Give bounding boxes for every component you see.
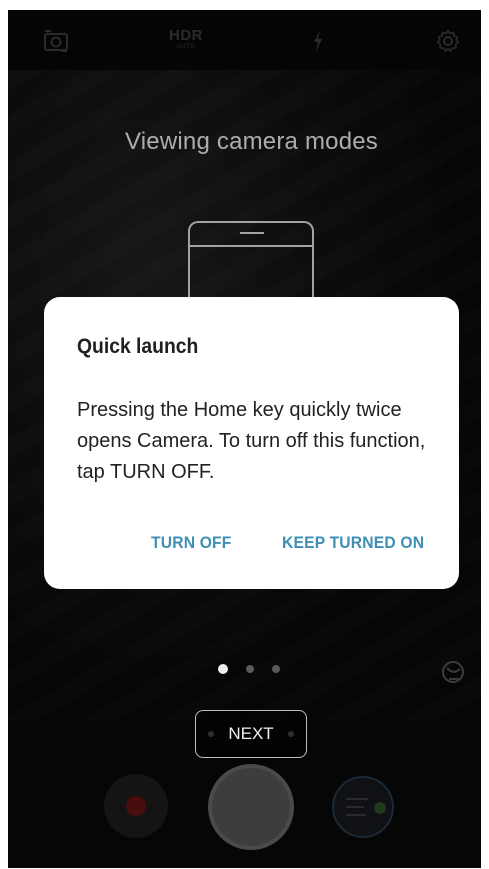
thumb-green-dot: [374, 802, 386, 814]
gallery-thumbnail[interactable]: [332, 776, 394, 838]
filter-icon[interactable]: [440, 659, 466, 685]
thumb-detail-2: [346, 806, 364, 808]
camera-screen: HDR AUTO Viewing camera modes NEXT Quick…: [8, 10, 481, 868]
next-button-label: NEXT: [228, 724, 274, 743]
next-left-dot: [208, 731, 214, 737]
record-icon: [126, 796, 146, 816]
next-button[interactable]: NEXT: [195, 710, 307, 758]
turn-off-button[interactable]: TURN OFF: [151, 533, 232, 553]
thumb-detail-3: [346, 814, 366, 816]
page-dot-1: [218, 664, 228, 674]
dialog-title: Quick launch: [77, 335, 199, 358]
dialog-message: Pressing the Home key quickly twice open…: [77, 399, 426, 483]
quick-launch-dialog: Quick launch Pressing the Home key quick…: [44, 297, 459, 589]
page-dot-2: [246, 665, 254, 673]
page-dot-3: [272, 665, 280, 673]
page-indicator: [218, 664, 280, 674]
keep-turned-on-button[interactable]: KEEP TURNED ON: [282, 533, 424, 553]
shutter-button[interactable]: [208, 764, 294, 850]
record-button[interactable]: [104, 774, 168, 838]
next-right-dot: [288, 731, 294, 737]
thumb-detail-1: [346, 798, 368, 800]
